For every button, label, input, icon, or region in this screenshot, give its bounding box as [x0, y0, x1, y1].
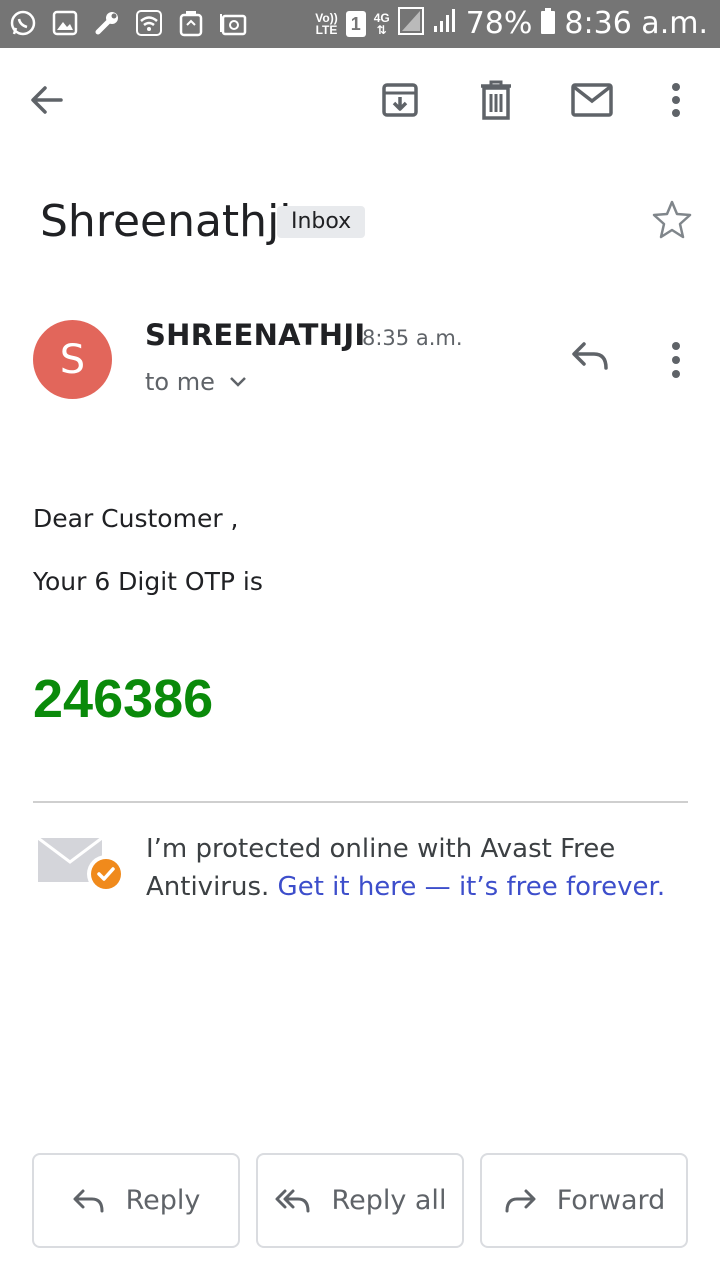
inbox-label[interactable]: Inbox — [277, 206, 366, 238]
wrench-icon — [92, 8, 122, 38]
message-more-options-button[interactable] — [654, 338, 698, 382]
signature-text: I’m protected online with Avast Free Ant… — [146, 830, 686, 906]
mark-unread-icon — [571, 83, 613, 117]
delete-button[interactable] — [474, 78, 518, 122]
wifi-icon — [134, 8, 164, 38]
delete-icon — [481, 80, 511, 120]
recipient-label: to me — [145, 368, 215, 396]
otp-code: 246386 — [33, 669, 214, 729]
star-button[interactable] — [650, 198, 694, 242]
forward-icon — [505, 1189, 536, 1212]
back-button[interactable] — [25, 78, 69, 122]
volte-indicator: Vo)) LTE — [315, 10, 338, 37]
reply-all-button[interactable]: Reply all — [256, 1153, 464, 1248]
archive-button[interactable] — [378, 78, 422, 122]
archive-icon — [382, 83, 418, 117]
reply-label: Reply — [125, 1185, 201, 1216]
battery-icon — [540, 7, 556, 40]
reply-icon — [73, 1189, 104, 1212]
more-vert-icon — [672, 83, 680, 117]
notification-icons — [8, 8, 248, 38]
email-subject: Shreenathji — [40, 196, 292, 247]
email-notification-icon — [218, 8, 248, 38]
reply-all-icon — [275, 1189, 310, 1212]
battery-percentage: 78% — [465, 6, 533, 41]
email-time: 8:35 a.m. — [362, 326, 463, 350]
quick-reply-button[interactable] — [570, 340, 614, 380]
sim-indicator: 1 — [345, 10, 366, 37]
cleaner-icon — [176, 8, 206, 38]
otp-intro-text: Your 6 Digit OTP is — [33, 567, 263, 596]
recipient-details-toggle[interactable]: to me — [145, 368, 247, 396]
reply-button[interactable]: Reply — [32, 1153, 240, 1248]
more-vert-icon — [672, 342, 680, 378]
greeting-text: Dear Customer , — [33, 504, 239, 533]
sender-avatar[interactable]: S — [33, 320, 112, 399]
forward-button[interactable]: Forward — [480, 1153, 688, 1248]
status-bar: Vo)) LTE 1 4G ⇅ 78% 8:36 a.m. — [0, 0, 720, 48]
data-type-indicator: 4G ⇅ — [373, 10, 390, 37]
signature-divider — [33, 801, 688, 803]
signal-sim1-icon — [397, 7, 424, 40]
forward-label: Forward — [556, 1185, 666, 1216]
reply-all-label: Reply all — [331, 1185, 447, 1216]
back-arrow-icon — [31, 86, 63, 114]
avast-mail-icon — [36, 834, 128, 894]
system-status: Vo)) LTE 1 4G ⇅ 78% 8:36 a.m. — [315, 6, 708, 41]
more-options-button[interactable] — [654, 78, 698, 122]
reply-icon — [572, 342, 608, 370]
clock: 8:36 a.m. — [564, 6, 708, 41]
chevron-down-icon — [229, 377, 246, 387]
gallery-icon — [50, 8, 80, 38]
sender-name: SHREENATHJI — [145, 318, 366, 352]
email-toolbar — [0, 48, 720, 158]
whatsapp-icon — [8, 8, 38, 38]
signature-link[interactable]: Get it here — it’s free forever. — [278, 872, 666, 902]
signal-sim2-icon — [432, 8, 458, 39]
star-icon — [652, 200, 692, 239]
mark-unread-button[interactable] — [570, 78, 614, 122]
